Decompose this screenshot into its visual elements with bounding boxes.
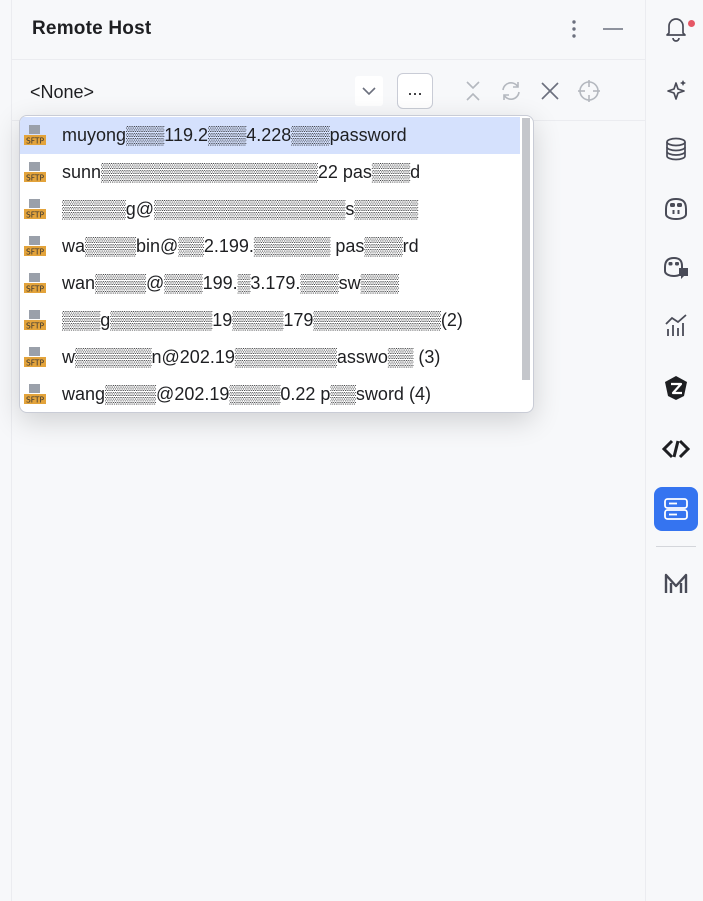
host-label: wa▒▒▒▒bin@▒▒2.199.▒▒▒▒▒▒ pas▒▒▒rd bbox=[62, 236, 419, 256]
list-item[interactable]: SFTP w▒▒▒▒▒▒n@202.19▒▒▒▒▒▒▒▒asswo▒▒ (3) bbox=[20, 339, 520, 376]
toolbar-divider bbox=[656, 546, 696, 547]
remote-host-icon[interactable] bbox=[654, 487, 698, 531]
target-icon[interactable] bbox=[576, 78, 602, 104]
sftp-icon: SFTP bbox=[24, 235, 46, 257]
copilot-icon[interactable] bbox=[654, 186, 698, 230]
list-item[interactable]: SFTP wan▒▒▒▒@▒▒▒199.▒3.179.▒▒▒sw▒▒▒ bbox=[20, 265, 520, 302]
list-item[interactable]: SFTP sunn▒▒▒▒▒▒▒▒▒▒▒▒▒▒▒▒▒22 pas▒▒▒d bbox=[20, 154, 520, 191]
chevron-down-icon[interactable] bbox=[355, 76, 383, 106]
sftp-icon: SFTP bbox=[24, 346, 46, 368]
right-tool-window-bar bbox=[645, 0, 703, 901]
sftp-icon: SFTP bbox=[24, 309, 46, 331]
ai-assistant-icon[interactable] bbox=[654, 69, 698, 113]
host-combo-value[interactable]: <None> bbox=[30, 82, 94, 103]
panel-header: Remote Host bbox=[12, 0, 645, 60]
svg-text:SFTP: SFTP bbox=[26, 395, 45, 404]
host-label: ▒▒▒g▒▒▒▒▒▒▒▒19▒▒▒▒179▒▒▒▒▒▒▒▒▒▒(2) bbox=[62, 310, 463, 330]
vertical-ellipsis-icon[interactable] bbox=[561, 16, 587, 42]
host-label: w▒▒▒▒▒▒n@202.19▒▒▒▒▒▒▒▒asswo▒▒ (3) bbox=[62, 347, 441, 367]
svg-text:SFTP: SFTP bbox=[26, 247, 45, 256]
list-item[interactable]: SFTP ▒▒▒g▒▒▒▒▒▒▒▒19▒▒▒▒179▒▒▒▒▒▒▒▒▒▒(2) bbox=[20, 302, 520, 339]
sftp-icon: SFTP bbox=[24, 161, 46, 183]
list-item[interactable]: SFTP wang▒▒▒▒@202.19▒▒▒▒0.22 p▒▒sword (4… bbox=[20, 376, 520, 412]
left-gutter bbox=[0, 0, 12, 901]
list-item[interactable]: SFTP wa▒▒▒▒bin@▒▒2.199.▒▒▒▒▒▒ pas▒▒▒rd bbox=[20, 228, 520, 265]
svg-text:SFTP: SFTP bbox=[26, 136, 45, 145]
svg-text:SFTP: SFTP bbox=[26, 210, 45, 219]
dropdown-scrollbar[interactable] bbox=[522, 118, 530, 380]
sftp-icon: SFTP bbox=[24, 198, 46, 220]
list-item[interactable]: SFTP muyong▒▒▒119.2▒▒▒4.228▒▒▒password bbox=[20, 117, 520, 154]
notification-badge bbox=[687, 19, 696, 28]
browse-button[interactable]: ... bbox=[397, 73, 433, 109]
profiler-icon[interactable] bbox=[654, 304, 698, 348]
collapse-icon[interactable] bbox=[460, 78, 486, 104]
sftp-icon: SFTP bbox=[24, 124, 46, 146]
panel-title: Remote Host bbox=[32, 18, 152, 39]
markdown-m-icon[interactable] bbox=[654, 562, 698, 606]
code-with-me-icon[interactable] bbox=[654, 427, 698, 471]
host-label: wang▒▒▒▒@202.19▒▒▒▒0.22 p▒▒sword (4) bbox=[62, 384, 431, 404]
list-item[interactable]: SFTP ▒▒▒▒▒g@▒▒▒▒▒▒▒▒▒▒▒▒▒▒▒s▒▒▒▒▒ bbox=[20, 191, 520, 228]
svg-text:SFTP: SFTP bbox=[26, 358, 45, 367]
plugin-icon[interactable] bbox=[654, 366, 698, 410]
sftp-icon: SFTP bbox=[24, 383, 46, 405]
refresh-icon[interactable] bbox=[498, 78, 524, 104]
minimize-icon[interactable] bbox=[600, 16, 626, 42]
host-dropdown-list: SFTP muyong▒▒▒119.2▒▒▒4.228▒▒▒password S… bbox=[19, 115, 534, 413]
notifications-icon[interactable] bbox=[654, 6, 698, 50]
close-icon[interactable] bbox=[537, 78, 563, 104]
database-icon[interactable] bbox=[654, 127, 698, 171]
svg-text:SFTP: SFTP bbox=[26, 173, 45, 182]
host-label: sunn▒▒▒▒▒▒▒▒▒▒▒▒▒▒▒▒▒22 pas▒▒▒d bbox=[62, 162, 421, 182]
svg-text:SFTP: SFTP bbox=[26, 284, 45, 293]
host-label: muyong▒▒▒119.2▒▒▒4.228▒▒▒password bbox=[62, 125, 407, 145]
host-label: ▒▒▒▒▒g@▒▒▒▒▒▒▒▒▒▒▒▒▒▒▒s▒▒▒▒▒ bbox=[62, 199, 419, 219]
host-label: wan▒▒▒▒@▒▒▒199.▒3.179.▒▒▒sw▒▒▒ bbox=[62, 273, 399, 293]
copilot-chat-icon[interactable] bbox=[654, 245, 698, 289]
host-toolbar: <None> ... bbox=[12, 61, 645, 121]
svg-text:SFTP: SFTP bbox=[26, 321, 45, 330]
sftp-icon: SFTP bbox=[24, 272, 46, 294]
